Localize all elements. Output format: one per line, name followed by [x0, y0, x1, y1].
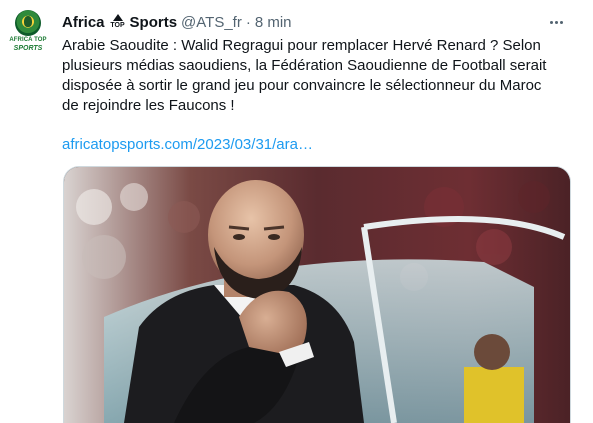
avatar[interactable]: AFRICA TOP SPORTS — [8, 10, 48, 54]
display-name-part1[interactable]: Africa — [62, 14, 105, 31]
avatar-caption-line2: SPORTS — [13, 45, 43, 52]
tweet[interactable]: AFRICA TOP SPORTS Africa TOP Sports @ATS… — [0, 0, 593, 423]
top-logo-text: TOP — [110, 22, 125, 29]
avatar-caption-line1: AFRICA TOP — [9, 37, 47, 43]
tweet-header: Africa TOP Sports @ATS_fr · 8 min — [62, 12, 292, 32]
top-logo-icon: TOP — [109, 13, 127, 31]
user-handle[interactable]: @ATS_fr — [181, 14, 242, 31]
tweet-text: Arabie Saoudite : Walid Regragui pour re… — [62, 37, 547, 114]
more-horizontal-icon[interactable] — [543, 10, 569, 34]
display-name-part2[interactable]: Sports — [130, 14, 178, 31]
tweet-timestamp[interactable]: 8 min — [255, 14, 292, 31]
photo-coach — [64, 167, 570, 423]
tweet-media-image[interactable] — [63, 166, 571, 423]
africa-top-sports-logo-icon — [15, 10, 41, 36]
header-separator: · — [245, 13, 251, 31]
tweet-link[interactable]: africatopsports.com/2023/03/31/ara… — [62, 135, 313, 155]
